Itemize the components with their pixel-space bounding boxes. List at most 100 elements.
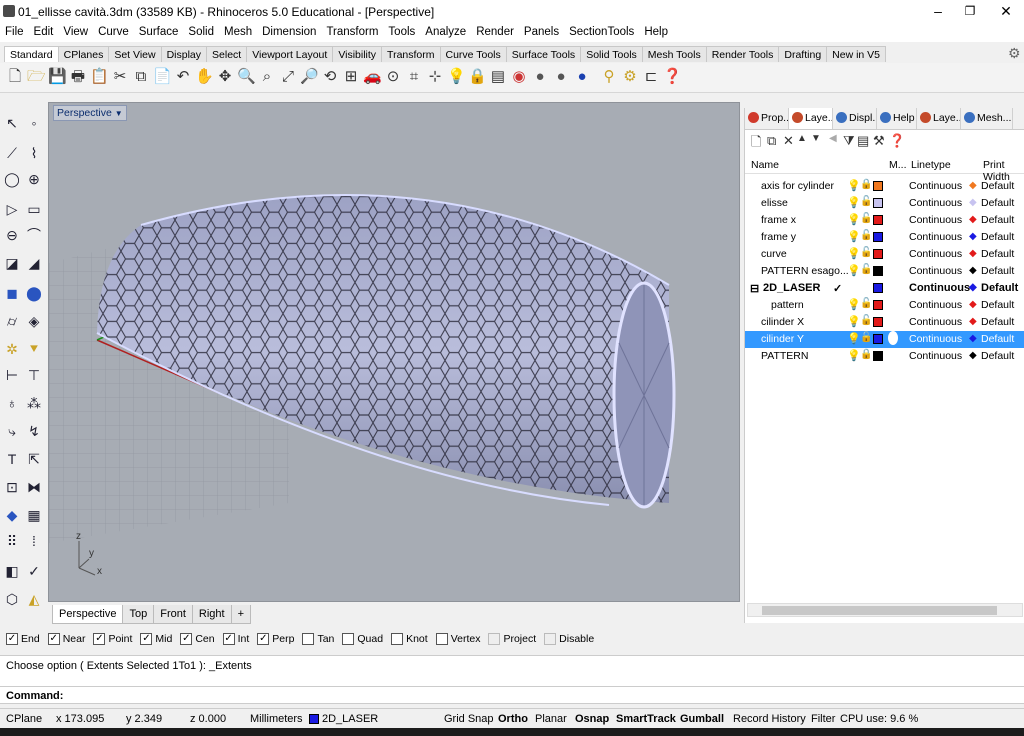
zoom-extents-icon[interactable]: ⤢ (279, 67, 297, 87)
car-render-icon[interactable]: 🚗 (363, 67, 382, 87)
check-icon[interactable]: ✓ (24, 561, 44, 581)
viewport-tab-perspective[interactable]: Perspective (52, 605, 124, 624)
close-button[interactable]: ✕ (988, 0, 1024, 24)
menu-view[interactable]: View (58, 24, 93, 42)
visibility-bulb-icon[interactable]: 💡 (847, 247, 861, 260)
layer-printwidth[interactable]: Default (981, 248, 1014, 260)
rotate-view-icon[interactable]: ✥ (216, 67, 234, 87)
print-color-diamond-icon[interactable]: ◆ (969, 333, 977, 344)
delete-layer-icon[interactable]: ✕ (783, 133, 794, 149)
osnap-cen[interactable]: ✓ Cen (180, 633, 215, 645)
record-history-toggle[interactable]: Record History (733, 713, 806, 725)
arc-icon[interactable]: ⊕ (24, 169, 44, 189)
layer-linetype[interactable]: Continuous (909, 214, 962, 226)
panel-tab-help[interactable]: Help (877, 108, 917, 129)
print-color-diamond-icon[interactable]: ◆ (969, 197, 977, 208)
osnap-near[interactable]: ✓ Near (47, 633, 85, 645)
layer-name[interactable]: cilinder X (761, 316, 804, 328)
analyze-icon[interactable]: ◆ (2, 505, 22, 525)
col-material[interactable]: M... (889, 159, 907, 171)
snap-icon[interactable]: ⌗ (405, 67, 423, 87)
menu-curve[interactable]: Curve (93, 24, 134, 42)
menu-mesh[interactable]: Mesh (219, 24, 257, 42)
cage-icon[interactable]: ◧ (2, 561, 22, 581)
menu-file[interactable]: File (0, 24, 29, 42)
toolbar-tab-surface-tools[interactable]: Surface Tools (505, 46, 582, 62)
boolean-icon[interactable]: ✲ (2, 339, 22, 359)
print-color-diamond-icon[interactable]: ◆ (969, 299, 977, 310)
help-icon[interactable]: ❓ (663, 67, 682, 87)
visibility-bulb-icon[interactable]: 💡 (847, 298, 861, 311)
menu-surface[interactable]: Surface (134, 24, 184, 42)
panel-tab-layers-2[interactable]: Laye... (917, 108, 961, 129)
col-name[interactable]: Name (751, 159, 779, 171)
spotlight-icon[interactable]: ⚲ (600, 67, 618, 87)
filter-toggle[interactable]: Filter (811, 713, 835, 725)
command-line[interactable]: Command: (0, 686, 1024, 704)
layers-help-icon[interactable]: ❓ (889, 133, 905, 149)
move-down-icon[interactable]: ▼ (811, 133, 821, 144)
print-icon[interactable]: 🖶 (69, 67, 87, 87)
move-icon[interactable]: ⊢ (2, 365, 22, 385)
cplane-label[interactable]: CPlane (6, 713, 42, 725)
import-icon[interactable]: 📋 (90, 67, 109, 87)
layer-row[interactable]: PATTERN esago... 💡 🔓 Continuous ◆ Default (745, 263, 1024, 280)
osnap-checkbox[interactable] (544, 633, 557, 645)
layer-linetype[interactable]: Continuous (909, 350, 962, 362)
menu-tools[interactable]: Tools (383, 24, 420, 42)
print-color-diamond-icon[interactable]: ◆ (969, 350, 977, 361)
group-icon[interactable]: ⁂ (24, 393, 44, 413)
layer-color-swatch[interactable] (873, 215, 883, 225)
layer-color-swatch[interactable] (873, 232, 883, 242)
curve-icon[interactable]: ⌇ (24, 143, 44, 163)
point-filter-icon[interactable]: ⊹ (426, 67, 444, 87)
lock-icon[interactable]: 🔓 (860, 298, 872, 309)
osnap-checkbox[interactable]: ✓ (6, 633, 18, 645)
layer-row[interactable]: frame x 💡 🔓 Continuous ◆ Default (745, 212, 1024, 229)
layer-row[interactable]: curve 💡 🔓 Continuous ◆ Default (745, 246, 1024, 263)
array-icon[interactable]: ⊡ (2, 477, 22, 497)
layer-linetype[interactable]: Continuous (909, 316, 962, 328)
toolbar-tab-curve-tools[interactable]: Curve Tools (439, 46, 507, 62)
viewport-menu-chevron-icon[interactable]: ▼ (115, 109, 123, 118)
mesh-icon[interactable]: ◈ (24, 311, 44, 331)
layer-name[interactable]: 2D_LASER (763, 282, 820, 294)
render-object-icon[interactable]: ♁ (2, 393, 22, 413)
layer-list-icon[interactable]: ▤ (857, 133, 869, 149)
col-linetype[interactable]: Linetype (911, 159, 951, 171)
lock-icon[interactable]: 🔒 (860, 179, 872, 190)
osnap-checkbox[interactable] (342, 633, 355, 645)
visibility-bulb-icon[interactable]: 💡 (847, 230, 861, 243)
pan-hand-icon[interactable]: ✋ (195, 67, 214, 87)
tools-hammer-icon[interactable]: ⚒ (873, 133, 885, 149)
osnap-knot[interactable]: Knot (391, 633, 428, 645)
osnap-point[interactable]: ✓ Point (93, 633, 132, 645)
copy-icon[interactable]: ⧉ (132, 67, 150, 87)
osnap-disable[interactable]: Disable (544, 633, 594, 645)
lock-icon[interactable]: 🔓 (860, 196, 872, 207)
layer-name[interactable]: PATTERN esago... (761, 265, 849, 277)
circle-icon[interactable]: ◯ (2, 169, 22, 189)
layer-linetype[interactable]: Continuous (909, 180, 962, 192)
toolbar-tab-cplanes[interactable]: CPlanes (57, 46, 110, 62)
lock-icon[interactable]: 🔓 (860, 230, 872, 241)
new-file-icon[interactable]: 🗋 (6, 67, 24, 87)
panel-tab-mesh[interactable]: Mesh... (961, 108, 1013, 129)
restore-button[interactable]: ❐ (952, 0, 988, 24)
panel-tab-display[interactable]: Displ... (833, 108, 877, 129)
layer-printwidth[interactable]: Default (981, 180, 1014, 192)
layer-linetype[interactable]: Continuous (909, 197, 962, 209)
toolbar-layout-icon[interactable]: ⊏ (642, 67, 660, 87)
layer-name[interactable]: axis for cylinder (761, 180, 834, 192)
rectangle-icon[interactable]: ▭ (24, 199, 44, 219)
material-sphere-icon[interactable] (888, 331, 898, 345)
osnap-checkbox[interactable] (435, 633, 448, 645)
scale-icon[interactable]: ⇱ (24, 449, 44, 469)
layer-name[interactable]: frame x (761, 214, 796, 226)
cylinder-icon[interactable]: ⌭ (2, 311, 22, 331)
layer-linetype[interactable]: Continuous (909, 333, 962, 345)
menu-dimension[interactable]: Dimension (257, 24, 321, 42)
viewport-tab-right[interactable]: Right (191, 605, 232, 624)
layer-color-swatch[interactable] (873, 317, 883, 327)
osnap-quad[interactable]: Quad (342, 633, 383, 645)
